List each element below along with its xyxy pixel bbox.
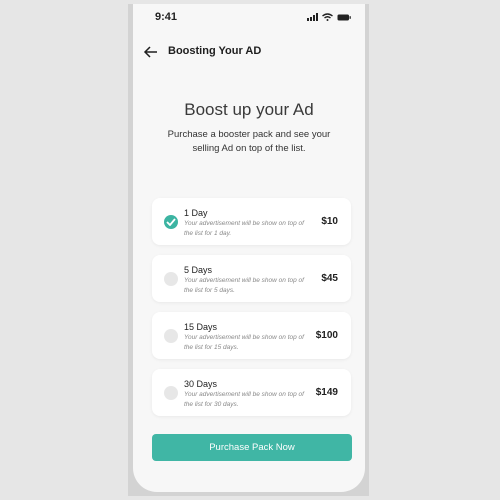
- status-bar: 9:41: [133, 4, 365, 30]
- pack-price: $10: [321, 216, 338, 227]
- pack-description: Your advertisement will be show on top o…: [184, 391, 304, 408]
- pack-description: Your advertisement will be show on top o…: [184, 220, 304, 237]
- pack-card-1-day[interactable]: 1 Day Your advertisement will be show on…: [152, 198, 351, 245]
- hero-subtitle: Purchase a booster pack and see your sel…: [167, 129, 331, 154]
- pack-title: 5 Days: [184, 265, 213, 275]
- pack-price: $45: [321, 273, 338, 284]
- pack-price: $100: [315, 330, 338, 341]
- page-title: Boosting Your AD: [168, 45, 262, 57]
- radio-unchecked-icon[interactable]: [164, 272, 178, 286]
- status-icons: [307, 13, 351, 21]
- pack-title: 1 Day: [184, 208, 208, 218]
- radio-unchecked-icon[interactable]: [164, 329, 178, 343]
- signal-icon: [307, 13, 318, 21]
- pack-card-15-days[interactable]: 15 Days Your advertisement will be show …: [152, 312, 351, 359]
- pack-description: Your advertisement will be show on top o…: [184, 277, 304, 294]
- pack-title: 30 Days: [184, 379, 218, 389]
- pack-card-30-days[interactable]: 30 Days Your advertisement will be show …: [152, 369, 351, 416]
- pack-price: $149: [315, 387, 338, 398]
- battery-icon: [337, 14, 351, 21]
- app-screen: 9:41 Boosting Your AD Boost up your Ad P…: [133, 4, 365, 492]
- pack-description: Your advertisement will be show on top o…: [184, 334, 304, 351]
- status-time: 9:41: [155, 11, 178, 23]
- hero-title: Boost up your Ad: [184, 100, 314, 119]
- purchase-pack-button[interactable]: Purchase Pack Now: [152, 434, 352, 461]
- radio-checked-icon[interactable]: [164, 215, 178, 229]
- pack-card-5-days[interactable]: 5 Days Your advertisement will be show o…: [152, 255, 351, 302]
- wifi-icon: [322, 13, 333, 21]
- pack-title: 15 Days: [184, 322, 218, 332]
- app-header: Boosting Your AD: [133, 38, 365, 66]
- arrow-left-icon[interactable]: [143, 45, 159, 59]
- radio-unchecked-icon[interactable]: [164, 386, 178, 400]
